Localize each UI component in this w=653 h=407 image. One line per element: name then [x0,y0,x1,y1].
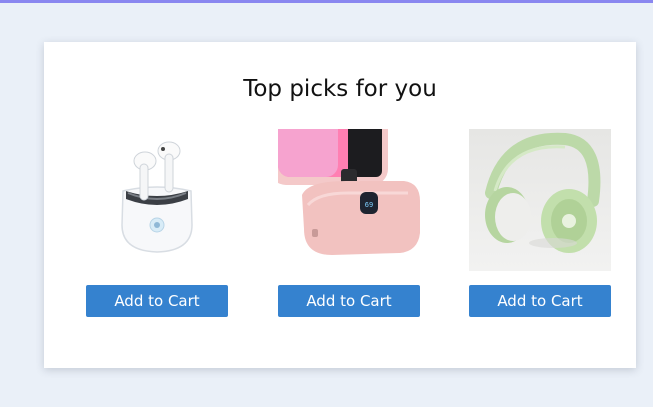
product-item-headphones: Add to Cart [469,129,611,317]
power-bank-product-image[interactable]: 69 [278,129,420,271]
add-to-cart-button[interactable]: Add to Cart [278,285,420,317]
add-to-cart-button[interactable]: Add to Cart [86,285,228,317]
earbuds-product-image[interactable] [86,129,228,271]
recommendations-card: Top picks for you Add to Cart 69 Add to … [44,42,636,368]
add-to-cart-button[interactable]: Add to Cart [469,285,611,317]
product-item-power-bank: 69 Add to Cart [278,129,420,317]
product-item-earbuds: Add to Cart [86,129,228,317]
headphones-product-image[interactable] [469,129,611,271]
svg-text:69: 69 [365,201,373,209]
top-accent-strip [0,0,653,3]
section-title: Top picks for you [243,76,437,102]
